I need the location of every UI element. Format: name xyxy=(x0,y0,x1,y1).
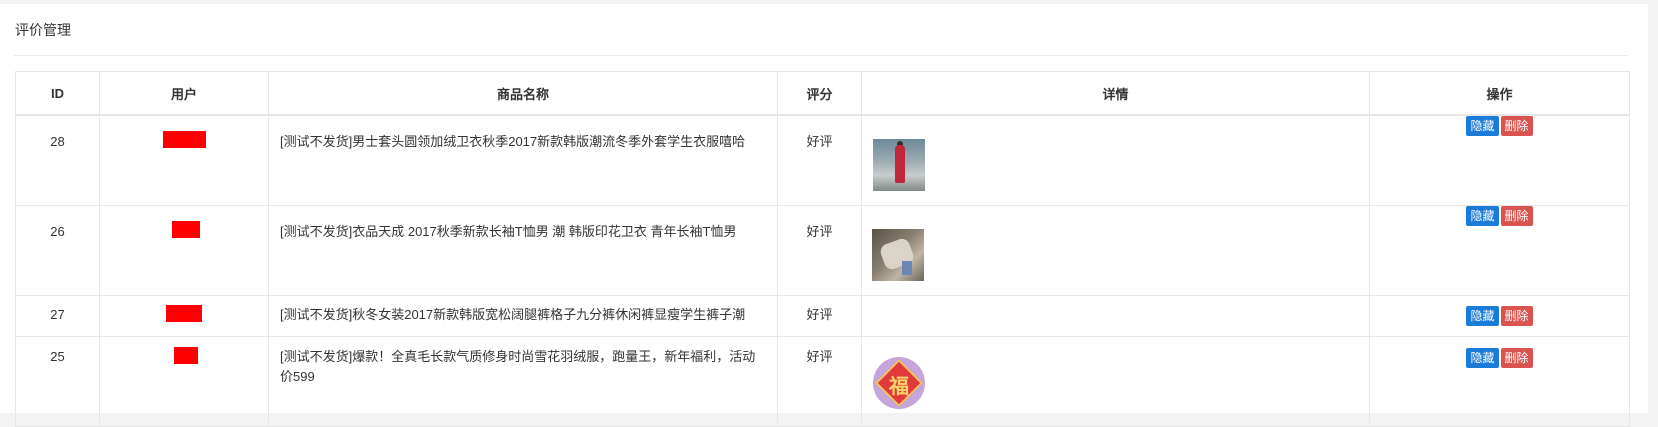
id-cell: 26 xyxy=(15,204,100,296)
column-header-product: 商品名称 xyxy=(268,71,778,116)
user-cell xyxy=(99,114,269,206)
redacted-username xyxy=(174,346,198,364)
column-header-actions: 操作 xyxy=(1369,71,1630,116)
id-cell: 28 xyxy=(15,114,100,206)
delete-button[interactable]: 删除 xyxy=(1500,305,1533,326)
detail-cell xyxy=(861,114,1370,206)
fu-emblem-thumbnail[interactable]: 福 xyxy=(873,356,925,409)
hide-button[interactable]: 隐藏 xyxy=(1466,305,1499,326)
score-cell: 好评 xyxy=(777,294,862,337)
user-cell xyxy=(99,294,269,337)
product-name-cell: [测试不发货]衣品天成 2017秋季新款长袖T恤男 潮 韩版印花卫衣 青年长袖T… xyxy=(268,204,778,296)
delete-button[interactable]: 删除 xyxy=(1500,205,1533,226)
actions-cell: 隐藏 删除 xyxy=(1369,204,1630,296)
column-header-id: ID xyxy=(15,71,100,116)
table-row: 28 [测试不发货]男士套头圆领加绒卫衣秋季2017新款韩版潮流冬季外套学生衣服… xyxy=(15,114,1630,206)
fu-character: 福 xyxy=(889,375,909,398)
column-header-detail: 详情 xyxy=(861,71,1370,116)
page-scroll-edge xyxy=(1648,0,1658,413)
hide-button[interactable]: 隐藏 xyxy=(1466,347,1499,368)
column-header-user: 用户 xyxy=(99,71,269,116)
hide-button[interactable]: 隐藏 xyxy=(1466,116,1499,136)
score-cell: 好评 xyxy=(777,204,862,296)
redacted-username xyxy=(166,304,202,322)
delete-button[interactable]: 删除 xyxy=(1500,116,1533,136)
review-table: ID 用户 商品名称 评分 详情 操作 28 [测试不发货]男士套头圆领加绒卫衣… xyxy=(15,71,1630,427)
id-cell: 27 xyxy=(15,294,100,337)
title-divider xyxy=(14,55,1628,56)
table-row: 27 [测试不发货]秋冬女装2017新款韩版宽松阔腿裤格子九分裤休闲裤显瘦学生裤… xyxy=(15,294,1630,337)
user-cell xyxy=(99,204,269,296)
table-header-row: ID 用户 商品名称 评分 详情 操作 xyxy=(15,71,1630,116)
detail-cell xyxy=(861,204,1370,296)
column-header-score: 评分 xyxy=(777,71,862,116)
redacted-username xyxy=(162,131,206,148)
actions-cell: 隐藏 删除 xyxy=(1369,114,1630,206)
page-title: 评价管理 xyxy=(15,22,71,38)
review-photo-thumbnail[interactable] xyxy=(873,139,925,191)
detail-cell xyxy=(861,294,1370,337)
redacted-username xyxy=(172,220,200,238)
score-cell: 好评 xyxy=(777,114,862,206)
actions-cell: 隐藏 删除 xyxy=(1369,294,1630,337)
table-row: 26 [测试不发货]衣品天成 2017秋季新款长袖T恤男 潮 韩版印花卫衣 青年… xyxy=(15,204,1630,296)
review-management-panel: 评价管理 ID 用户 商品名称 评分 详情 操作 28 [测试不发货]男士套头圆… xyxy=(0,4,1648,427)
product-name-cell: [测试不发货]男士套头圆领加绒卫衣秋季2017新款韩版潮流冬季外套学生衣服嘻哈 xyxy=(268,114,778,206)
hide-button[interactable]: 隐藏 xyxy=(1466,205,1499,226)
delete-button[interactable]: 删除 xyxy=(1500,347,1533,368)
product-name-cell: [测试不发货]秋冬女装2017新款韩版宽松阔腿裤格子九分裤休闲裤显瘦学生裤子潮 xyxy=(268,294,778,337)
review-photo-thumbnail[interactable] xyxy=(872,228,924,281)
